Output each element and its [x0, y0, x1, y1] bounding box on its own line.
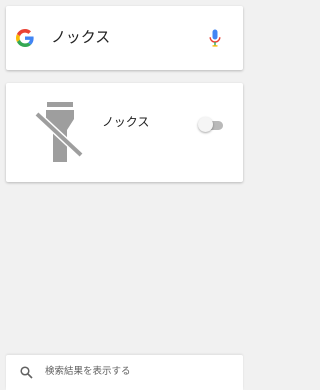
search-icon [20, 366, 33, 379]
flashlight-result-card[interactable]: ノックス [6, 83, 243, 182]
toggle-thumb [198, 117, 213, 132]
flashlight-off-icon [34, 102, 84, 162]
result-title: ノックス [102, 115, 150, 129]
search-box[interactable]: ノックス [6, 6, 243, 70]
microphone-icon[interactable] [209, 29, 221, 48]
show-search-results-label: 検索結果を表示する [45, 366, 131, 377]
search-query-text[interactable]: ノックス [51, 27, 110, 47]
google-g-icon [16, 29, 34, 47]
show-search-results-bar[interactable]: 検索結果を表示する [6, 355, 243, 390]
flashlight-toggle[interactable] [198, 117, 224, 133]
